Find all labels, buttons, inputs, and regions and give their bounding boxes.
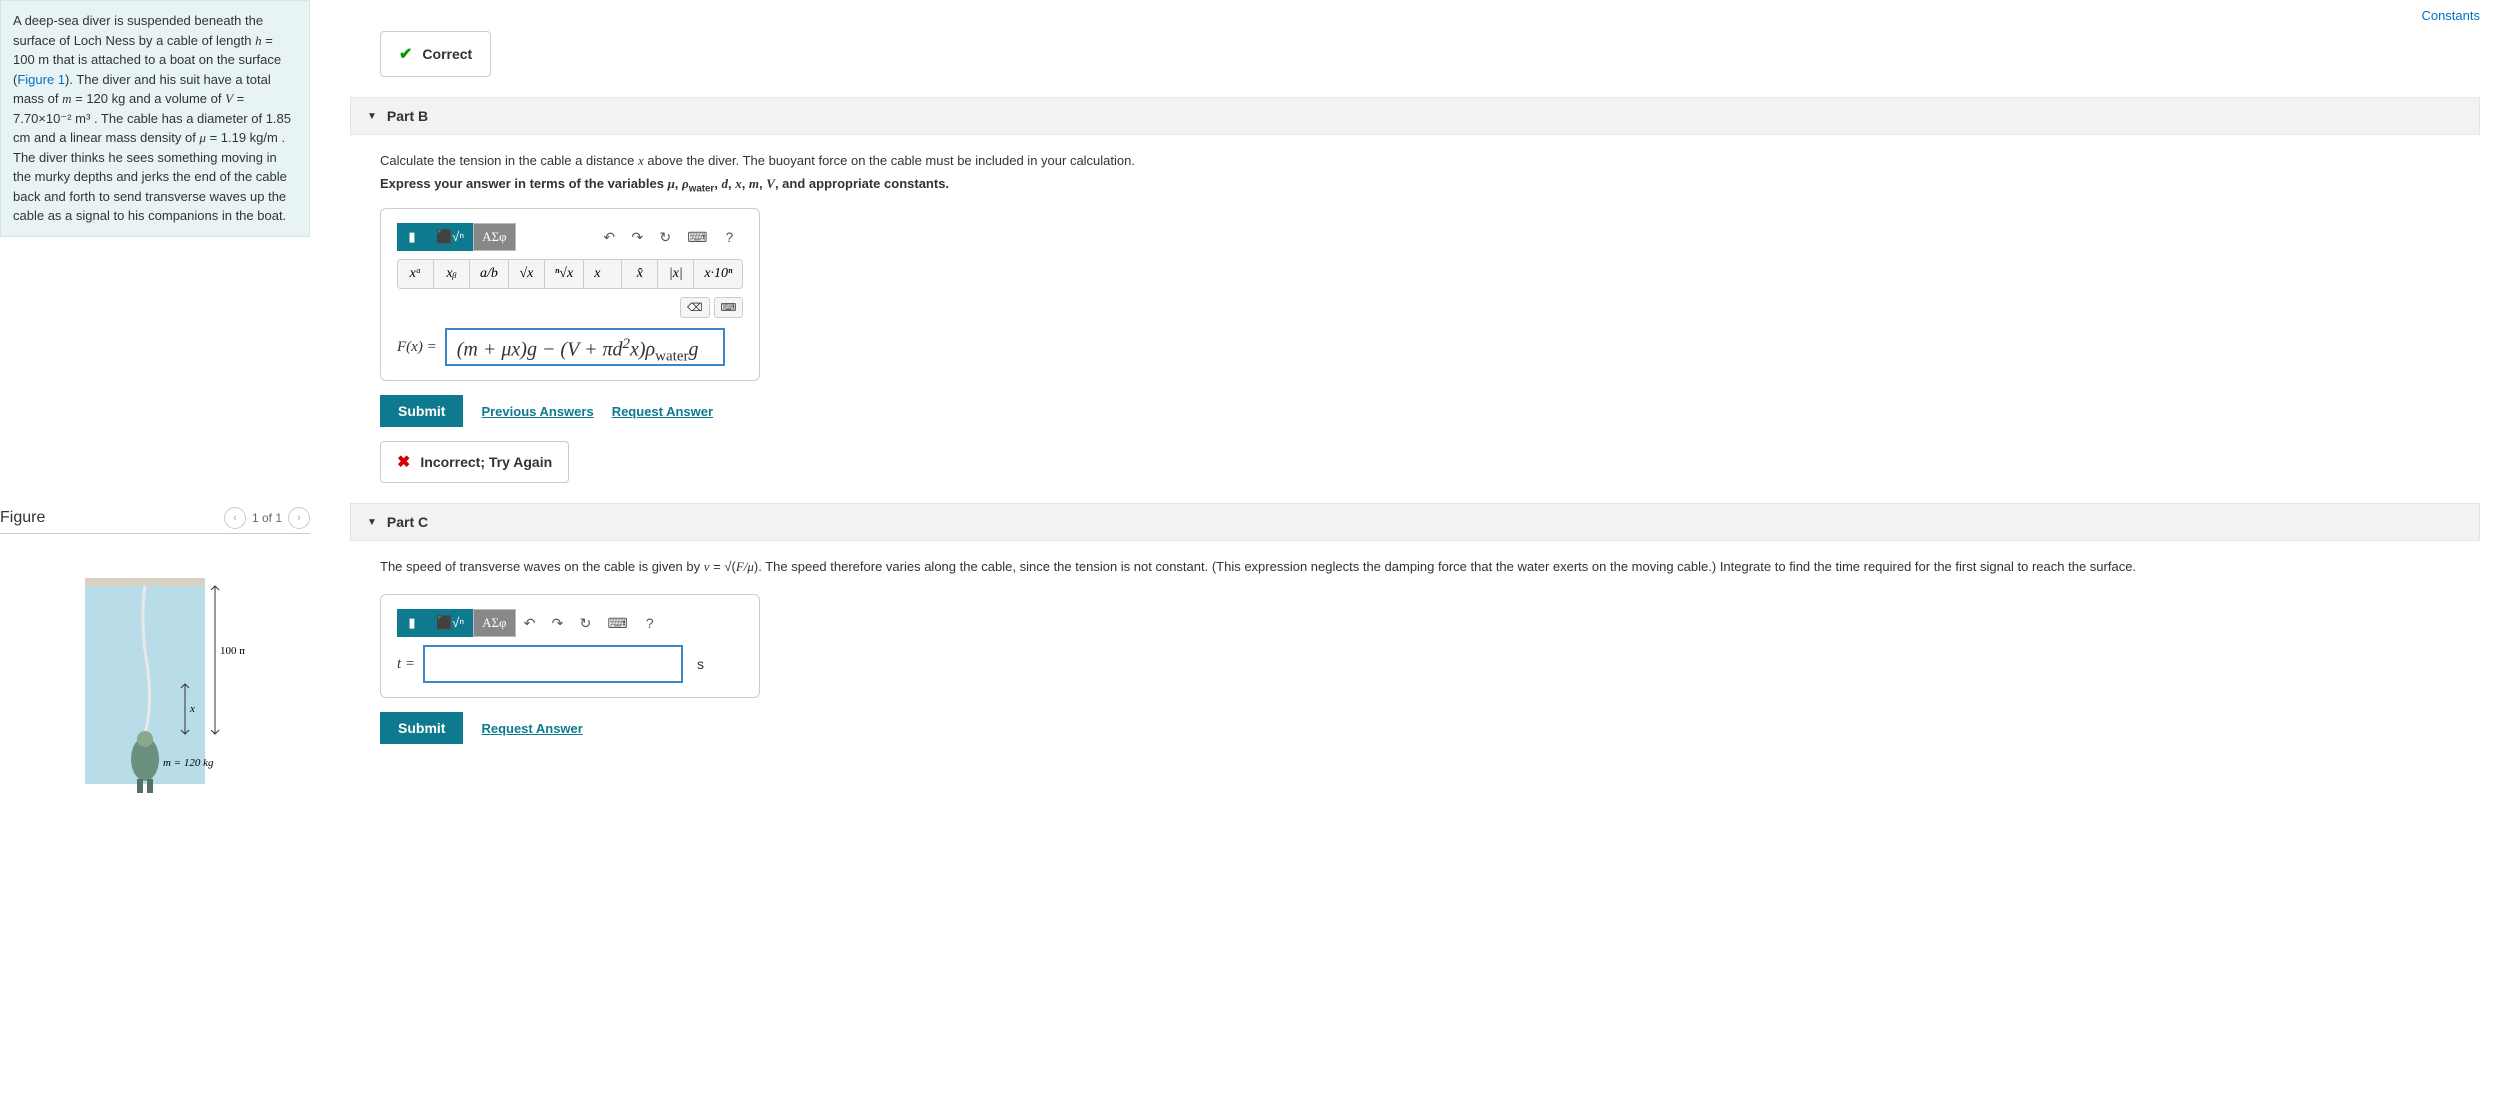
nth-root-button[interactable]: ⁿ√x: [545, 260, 584, 288]
part-b-answer-input[interactable]: (m + μx)g − (V + πd2x)ρwaterg: [445, 328, 725, 366]
part-b-previous-answers-link[interactable]: Previous Answers: [481, 404, 593, 419]
part-b-title: Part B: [387, 108, 428, 124]
check-icon: ✔: [399, 44, 412, 64]
subscript-button[interactable]: xᵦ: [434, 260, 470, 288]
part-c-title: Part C: [387, 514, 428, 530]
part-b-answer-label: F(x) =: [397, 339, 437, 356]
part-b-feedback-text: Incorrect; Try Again: [420, 454, 552, 470]
part-b-header[interactable]: ▼ Part B: [350, 97, 2480, 135]
undo-button[interactable]: ↶: [595, 225, 623, 250]
template-rect-button-c[interactable]: ▮: [397, 609, 427, 637]
figure-link[interactable]: Figure 1: [17, 72, 65, 87]
figure-prev-button[interactable]: ‹: [224, 507, 246, 529]
part-c-answer-label: t =: [397, 656, 415, 673]
scientific-button[interactable]: x·10ⁿ: [694, 260, 742, 288]
chevron-down-icon: ▼: [367, 517, 377, 528]
x-icon: ✖: [397, 452, 410, 472]
fraction-button[interactable]: a/b: [470, 260, 509, 288]
part-c-answer-unit: s: [697, 656, 704, 672]
template-rect-button[interactable]: ▮: [397, 223, 427, 251]
figure-next-button[interactable]: ›: [288, 507, 310, 529]
part-b-question: Calculate the tension in the cable a dis…: [380, 151, 2480, 172]
part-c-answer-input[interactable]: [423, 645, 683, 683]
help-button[interactable]: ?: [715, 225, 743, 249]
redo-button[interactable]: ↷: [623, 225, 651, 250]
problem-statement: A deep-sea diver is suspended beneath th…: [0, 0, 310, 237]
figure-panel: Figure ‹ 1 of 1 ›: [0, 507, 310, 807]
redo-button-c[interactable]: ↷: [544, 611, 572, 636]
part-c-question: The speed of transverse waves on the cab…: [380, 557, 2480, 578]
part-c-answer-box: ▮ ⬛√ⁿ ΑΣφ ↶ ↷ ↻ ⌨ ? t = s: [380, 594, 760, 698]
mini-keyboard-button[interactable]: ⌨: [714, 297, 744, 318]
template-sqrt-button[interactable]: ⬛√ⁿ: [427, 223, 473, 251]
template-sqrt-button-c[interactable]: ⬛√ⁿ: [427, 609, 473, 637]
figure-title: Figure: [0, 509, 45, 527]
sqrt-button[interactable]: √x: [509, 260, 545, 288]
part-b-request-answer-link[interactable]: Request Answer: [612, 404, 713, 419]
help-button-c[interactable]: ?: [636, 611, 664, 635]
greek-letters-button-c[interactable]: ΑΣφ: [473, 609, 515, 637]
vector-button[interactable]: x⃗: [584, 260, 622, 288]
undo-button-c[interactable]: ↶: [516, 611, 544, 636]
superscript-button[interactable]: xᵃ: [398, 260, 434, 288]
part-a-feedback: ✔ Correct: [380, 31, 491, 77]
part-c-header[interactable]: ▼ Part C: [350, 503, 2480, 541]
figure-image: 100 m x m = 120 kg: [0, 564, 310, 807]
part-b-answer-box: ▮ ⬛√ⁿ ΑΣφ ↶ ↷ ↻ ⌨ ? xᵃ xᵦ a/b √x ⁿ√x: [380, 208, 760, 381]
greek-letters-button[interactable]: ΑΣφ: [473, 223, 515, 251]
reset-button[interactable]: ↻: [651, 225, 679, 250]
part-b-feedback: ✖ Incorrect; Try Again: [380, 441, 569, 483]
part-c-request-answer-link[interactable]: Request Answer: [481, 721, 582, 736]
part-b-instruction: Express your answer in terms of the vari…: [380, 176, 2480, 195]
constants-link[interactable]: Constants: [2421, 8, 2480, 23]
part-b-submit-button[interactable]: Submit: [380, 395, 463, 427]
abs-button[interactable]: |x|: [658, 260, 694, 288]
backspace-button[interactable]: ⌫: [680, 297, 710, 318]
svg-text:x: x: [189, 703, 195, 715]
correct-label: Correct: [422, 46, 472, 62]
keyboard-button[interactable]: ⌨: [679, 225, 715, 250]
figure-nav-text: 1 of 1: [252, 511, 282, 525]
hat-button[interactable]: x̂: [622, 260, 658, 288]
svg-text:m = 120 kg: m = 120 kg: [163, 757, 214, 769]
keyboard-button-c[interactable]: ⌨: [600, 611, 636, 636]
svg-text:100 m: 100 m: [220, 645, 245, 657]
chevron-down-icon: ▼: [367, 111, 377, 122]
reset-button-c[interactable]: ↻: [572, 611, 600, 636]
part-c-submit-button[interactable]: Submit: [380, 712, 463, 744]
